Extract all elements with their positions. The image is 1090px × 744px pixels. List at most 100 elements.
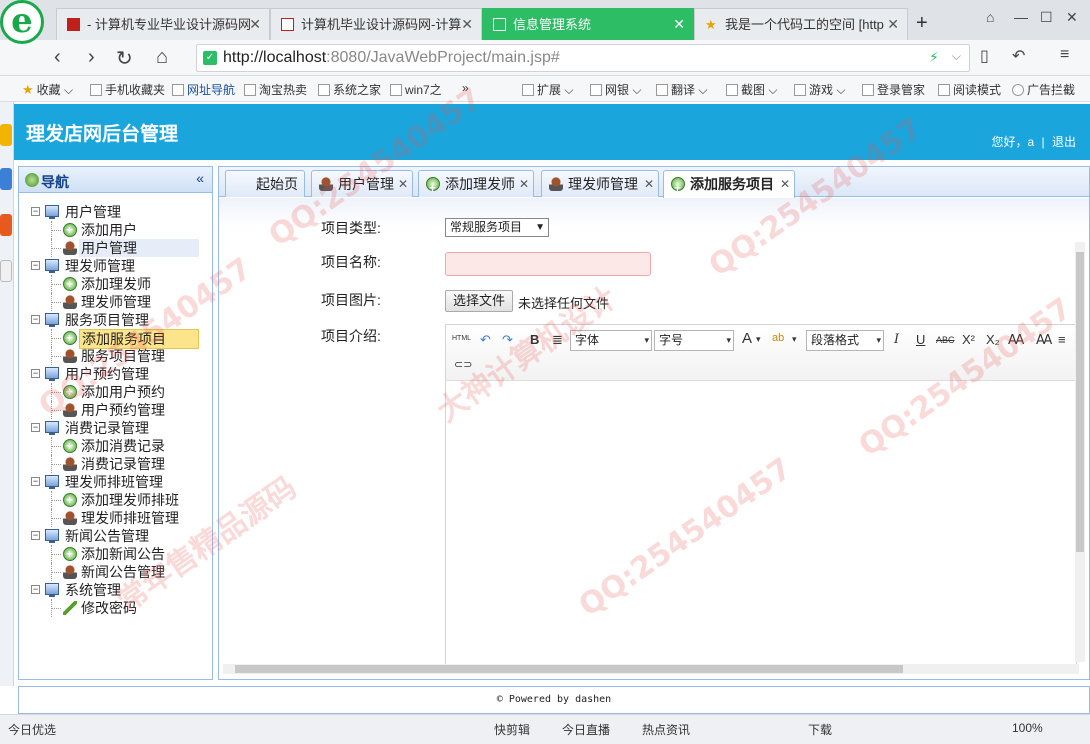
skin-icon[interactable]: ⌂ [986,9,994,25]
font-color-button[interactable]: A [742,330,752,347]
sidebar-item[interactable]: 用户预约管理 [29,401,209,419]
bookmark-item[interactable]: 手机收藏夹 [90,81,165,98]
tab-home[interactable]: 起始页 [225,170,305,197]
home-icon[interactable]: ⌂ [156,46,168,69]
sidebar-app-icon[interactable] [0,260,12,282]
status-live[interactable]: 今日直播 [562,721,610,738]
tab-barber-manage[interactable]: 理发师管理 ✕ [541,170,659,197]
refresh-speed-icon[interactable]: ⚡ [929,49,939,66]
tab-user-manage[interactable]: 用户管理 ✕ [311,170,413,197]
dropdown-arrow-icon[interactable]: ▾ [792,334,797,345]
reload-icon[interactable]: ↻ [116,46,133,71]
tab-add-barber[interactable]: 添加理发师 ✕ [418,170,534,201]
sidebar-item[interactable]: 修改密码 [29,599,209,617]
sidebar-item[interactable]: 用户管理 [29,239,209,257]
clear-format-icon[interactable]: Ꜳ [1008,332,1024,348]
sidebar-item[interactable]: 新闻公告管理 [29,563,209,581]
status-news[interactable]: 热点资讯 [642,721,690,738]
toolbar-item-screenshot[interactable]: 截图 ⌵ [726,81,777,98]
bookmark-item[interactable]: 网址导航 [172,81,235,98]
nav-group[interactable]: − 用户管理 [29,203,209,221]
nav-group[interactable]: − 消费记录管理 [29,419,209,437]
maximize-icon[interactable]: ☐ [1040,9,1053,26]
toolbar-item-adblock[interactable]: 广告拦截 [1012,81,1075,98]
nav-group[interactable]: − 服务项目管理 [29,311,209,329]
minimize-icon[interactable]: — [1014,9,1028,25]
toolbar-item-bank[interactable]: 网银 ⌵ [590,81,641,98]
name-input[interactable] [445,252,651,276]
link-icon[interactable]: ⊂⊃ [454,358,472,371]
horizontal-scrollbar[interactable] [223,664,1079,674]
toolbar-item-games[interactable]: 游戏 ⌵ [794,81,845,98]
close-icon[interactable]: ✕ [398,171,408,197]
collapse-toggle-icon[interactable]: − [31,369,40,378]
forward-icon[interactable]: › [88,46,95,69]
italic-button[interactable]: I [894,332,899,347]
tab-add-service[interactable]: 添加服务项目 ✕ [663,170,795,201]
sidebar-item[interactable]: 消费记录管理 [29,455,209,473]
menu-icon[interactable]: ≡ [1060,46,1069,64]
nav-group[interactable]: − 系统管理 [29,581,209,599]
url-input[interactable]: ✓ http://localhost:8080/JavaWebProject/m… [196,44,970,72]
font-size-select[interactable]: 字号 ▾ [654,330,734,351]
toolbar-item-extensions[interactable]: 扩展 ⌵ [522,81,573,98]
sidebar-item[interactable]: 添加新闻公告 [29,545,209,563]
bookmark-item[interactable]: win7之 [390,81,442,98]
undo-icon[interactable]: ↶ [480,332,491,348]
browser-tab-1[interactable]: - 计算机专业毕业设计源码网 ✕ [56,8,270,40]
close-icon[interactable]: ✕ [673,9,685,40]
bookmark-item[interactable]: 系统之家 [318,81,381,98]
bold-button[interactable]: B [530,332,539,347]
collapse-icon[interactable]: « [196,170,204,186]
collapse-toggle-icon[interactable]: − [31,531,40,540]
redo-icon[interactable]: ↷ [502,332,513,348]
close-icon[interactable]: ✕ [780,171,790,197]
sidebar-item[interactable]: 添加消费记录 [29,437,209,455]
collapse-toggle-icon[interactable]: − [31,585,40,594]
strikethrough-button[interactable]: ABC [936,335,955,345]
type-select[interactable]: 常规服务项目 ▼ [445,218,549,237]
collapse-toggle-icon[interactable]: − [31,261,40,270]
status-today-picks[interactable]: 今日优选 [8,721,56,738]
align-icon[interactable]: ≣ [552,332,563,348]
sidebar-app-icon[interactable] [0,168,12,190]
html-source-button[interactable]: HTML [452,335,471,342]
status-quick-edit[interactable]: 快剪辑 [494,721,530,738]
toolbar-item-translate[interactable]: 翻译 ⌵ [656,81,707,98]
sidebar-app-icon[interactable] [0,124,12,146]
scrollbar-thumb[interactable] [235,665,903,673]
undo-icon[interactable]: ↶ [1012,46,1025,66]
choose-file-button[interactable]: 选择文件 [445,290,513,312]
sidebar-item[interactable]: 服务项目管理 [29,347,209,365]
browser-tab-2[interactable]: 计算机毕业设计源码网-计算 ✕ [270,8,482,40]
status-zoom[interactable]: 100% [1012,721,1043,735]
toolbar-item-reader[interactable]: 阅读模式 [938,81,1001,98]
close-icon[interactable]: ✕ [249,9,261,40]
font-family-select[interactable]: 字体 ▾ [570,330,652,351]
nav-group[interactable]: − 理发师排班管理 [29,473,209,491]
sidebar-app-icon[interactable] [0,214,12,236]
sidebar-item[interactable]: 添加用户 [29,221,209,239]
collapse-toggle-icon[interactable]: − [31,423,40,432]
nav-group[interactable]: − 用户预约管理 [29,365,209,383]
logout-link[interactable]: 退出 [1052,135,1076,149]
scrollbar-thumb[interactable] [1076,252,1084,552]
nav-group[interactable]: − 理发师管理 [29,257,209,275]
device-icon[interactable]: ▯ [980,46,989,66]
browser-tab-4[interactable]: ★ 我是一个代码工的空间 [http ✕ [694,8,908,40]
close-icon[interactable]: ✕ [519,171,529,197]
superscript-button[interactable]: X² [962,332,975,347]
window-close-icon[interactable]: ✕ [1066,9,1078,26]
dropdown-arrow-icon[interactable]: ▾ [756,334,761,345]
sidebar-item[interactable]: 添加用户预约 [29,383,209,401]
bookmarks-more[interactable]: » [462,81,469,95]
vertical-scrollbar[interactable] [1075,242,1085,662]
toolbar-item-login[interactable]: 登录管家 [862,81,925,98]
chevron-down-icon[interactable]: ⌵ [952,49,961,64]
nav-group[interactable]: − 新闻公告管理 [29,527,209,545]
collapse-toggle-icon[interactable]: − [31,477,40,486]
sidebar-item[interactable]: 添加理发师排班 [29,491,209,509]
new-tab-button[interactable]: + [916,12,928,35]
status-download[interactable]: 下载 [808,721,832,738]
highlight-icon[interactable]: ab [772,332,784,344]
